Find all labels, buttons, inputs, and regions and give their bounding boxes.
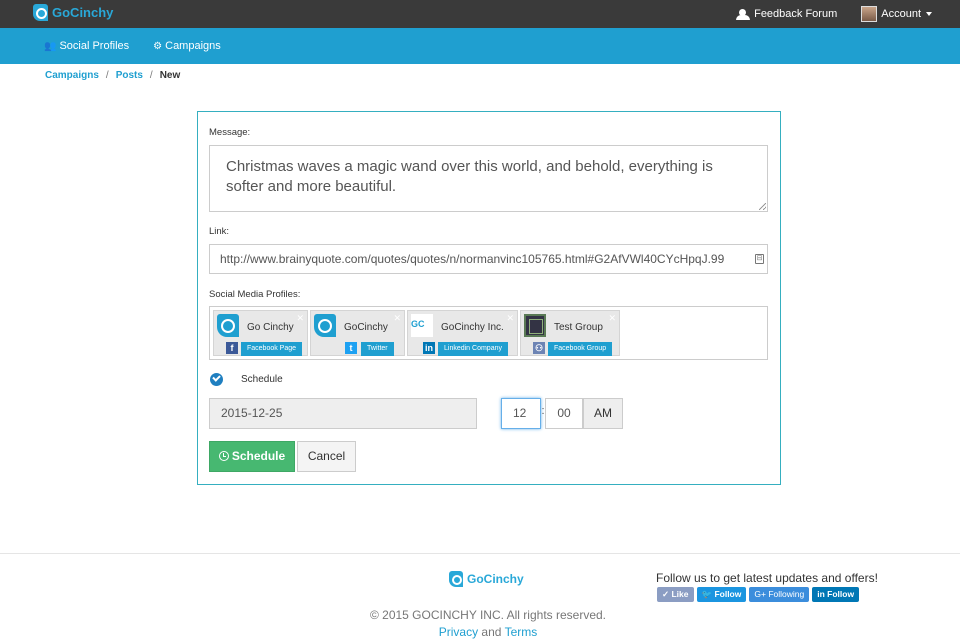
breadcrumb-current: New xyxy=(159,70,181,81)
profile-type-badge: Linkedin Company xyxy=(438,342,508,356)
avatar xyxy=(861,6,878,22)
test-group-avatar-icon xyxy=(524,314,546,337)
caret-down-icon xyxy=(926,12,932,16)
and-text: and xyxy=(481,625,502,639)
gocinchy-inc-avatar-icon xyxy=(411,314,433,337)
gplus-following-button[interactable]: G+ Following xyxy=(749,587,810,602)
facebook-page-icon: f xyxy=(226,342,238,354)
close-icon[interactable]: ✕ xyxy=(393,313,401,324)
message-textarea[interactable]: Christmas waves a magic wand over this w… xyxy=(209,145,768,212)
gplus-label: Following xyxy=(768,589,805,599)
profile-name: Go Cinchy xyxy=(247,322,294,333)
gocinchy-logo-icon xyxy=(449,571,463,587)
users-icon: 👥 xyxy=(44,40,57,52)
gocinchy-avatar-icon xyxy=(314,314,336,337)
nav-social-profiles[interactable]: 👥 Social Profiles xyxy=(44,40,129,52)
account-menu[interactable]: Account xyxy=(861,6,932,22)
cogs-icon: ⚙ xyxy=(153,40,163,52)
privacy-link[interactable]: Privacy xyxy=(439,625,478,639)
legal-links: Privacy and Terms xyxy=(0,625,960,639)
profile-type-badge: Twitter xyxy=(361,342,394,356)
cancel-button[interactable]: Cancel xyxy=(297,441,356,472)
link-label: Link: xyxy=(209,226,230,237)
profile-chip[interactable]: GoCinchy Inc. ✕ in Linkedin Company xyxy=(407,310,518,356)
breadcrumb-campaigns[interactable]: Campaigns xyxy=(45,70,99,81)
schedule-button-label: Schedule xyxy=(231,449,286,463)
feedback-forum-label: Feedback Forum xyxy=(754,8,838,20)
breadcrumb-separator: / xyxy=(149,70,153,81)
facebook-like-button[interactable]: ✓ Like xyxy=(657,587,694,602)
hour-input[interactable]: 12 xyxy=(501,398,541,429)
profile-name: Test Group xyxy=(554,322,603,333)
breadcrumb-separator: / xyxy=(105,70,109,81)
users-icon xyxy=(735,8,751,20)
profile-type-badge: Facebook Group xyxy=(548,342,613,356)
footer-logo[interactable]: GoCinchy xyxy=(449,571,524,587)
terms-link[interactable]: Terms xyxy=(505,625,538,639)
profile-name: GoCinchy Inc. xyxy=(441,322,504,333)
account-label: Account xyxy=(881,8,921,20)
footer-brand-name: GoCinchy xyxy=(467,572,524,586)
main-nav: 👥 Social Profiles ⚙ Campaigns xyxy=(0,28,960,64)
profile-name: GoCinchy xyxy=(344,322,388,333)
close-icon[interactable]: ✕ xyxy=(296,313,304,324)
nav-social-profiles-label: Social Profiles xyxy=(59,40,130,52)
linkedin-follow-button[interactable]: in Follow xyxy=(812,587,860,602)
minute-input[interactable]: 00 xyxy=(545,398,583,429)
schedule-date-input[interactable]: 2015-12-25 xyxy=(209,398,477,429)
password-key-icon[interactable]: ⊟ xyxy=(755,254,764,264)
gocinchy-avatar-icon xyxy=(217,314,239,337)
profile-chip[interactable]: Test Group ✕ ⚇ Facebook Group xyxy=(520,310,620,356)
top-bar: GoCinchy Feedback Forum Account xyxy=(0,0,960,28)
post-form-panel: Message: Christmas waves a magic wand ov… xyxy=(197,111,781,485)
facebook-group-icon: ⚇ xyxy=(533,342,545,354)
profile-chip[interactable]: GoCinchy ✕ t Twitter xyxy=(310,310,405,356)
message-label: Message: xyxy=(209,127,251,138)
copyright-text: © 2015 GOCINCHY INC. All rights reserved… xyxy=(369,608,607,622)
link-input[interactable]: http://www.brainyquote.com/quotes/quotes… xyxy=(209,244,768,274)
nav-campaigns[interactable]: ⚙ Campaigns xyxy=(153,40,221,52)
nav-campaigns-label: Campaigns xyxy=(165,40,221,52)
link-text: http://www.brainyquote.com/quotes/quotes… xyxy=(220,252,725,266)
twitter-follow-button[interactable]: 🐦 Follow xyxy=(696,587,747,602)
schedule-checkbox[interactable] xyxy=(210,373,223,386)
twitter-follow-label: Follow xyxy=(714,589,742,599)
ampm-toggle-button[interactable]: AM xyxy=(583,398,623,429)
twitter-icon: t xyxy=(345,342,357,354)
close-icon[interactable]: ✕ xyxy=(608,313,616,324)
linkedin-follow-label: Follow xyxy=(827,589,855,599)
brand-logo[interactable]: GoCinchy xyxy=(33,4,113,21)
schedule-label: Schedule xyxy=(241,374,283,385)
social-buttons: ✓ Like 🐦 Follow G+ Following in Follow xyxy=(657,587,862,602)
brand-name: GoCinchy xyxy=(52,5,114,20)
message-text: Christmas waves a magic wand over this w… xyxy=(226,158,713,195)
breadcrumb-posts[interactable]: Posts xyxy=(116,70,143,81)
gocinchy-logo-icon xyxy=(33,4,48,21)
feedback-forum-link[interactable]: Feedback Forum xyxy=(735,8,837,20)
resize-handle-icon[interactable] xyxy=(759,203,766,210)
profiles-selector[interactable]: Go Cinchy ✕ f Facebook Page GoCinchy ✕ t… xyxy=(209,306,768,360)
schedule-button[interactable]: Schedule xyxy=(209,441,295,472)
clock-icon xyxy=(218,451,229,461)
follow-text: Follow us to get latest updates and offe… xyxy=(656,571,878,585)
close-icon[interactable]: ✕ xyxy=(506,313,514,324)
linkedin-icon: in xyxy=(423,342,435,354)
profile-type-badge: Facebook Page xyxy=(241,342,303,356)
like-label: Like xyxy=(671,589,689,599)
profiles-label: Social Media Profiles: xyxy=(209,289,301,300)
footer-divider xyxy=(0,553,960,554)
breadcrumb: Campaigns / Posts / New xyxy=(45,70,180,81)
profile-chip[interactable]: Go Cinchy ✕ f Facebook Page xyxy=(213,310,308,356)
